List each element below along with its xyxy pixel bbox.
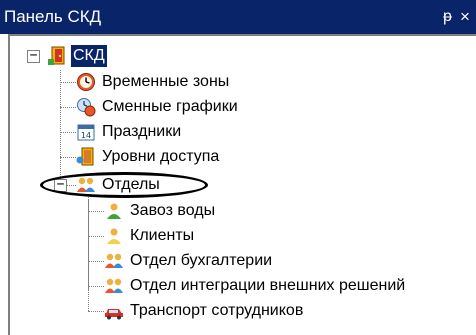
tree-line bbox=[88, 286, 104, 287]
tree-line bbox=[88, 236, 104, 237]
panel-titlebar: Панель СКД ᵽ × bbox=[0, 0, 476, 34]
pin-icon[interactable]: ᵽ bbox=[443, 0, 452, 34]
svg-text:14: 14 bbox=[81, 131, 91, 140]
clock-icon bbox=[77, 73, 95, 91]
people-group-icon bbox=[105, 278, 123, 293]
tree-line bbox=[60, 107, 76, 108]
tree-node-label: Праздники bbox=[102, 123, 182, 140]
tree-node-label: СКД bbox=[71, 45, 107, 67]
access-door-icon bbox=[76, 147, 94, 166]
tree-line bbox=[88, 200, 89, 311]
tree-line bbox=[60, 82, 76, 83]
tree-node-label: Временные зоны bbox=[102, 73, 230, 90]
panel-title: Панель СКД bbox=[4, 7, 102, 26]
tree-node-label: Отдел бухгалтерии bbox=[130, 252, 273, 269]
tree-line bbox=[88, 211, 104, 212]
skd-panel: Панель СКД ᵽ × − СКД Временные зоны Смен… bbox=[0, 0, 476, 335]
tree-node-label: Сменные графики bbox=[102, 98, 238, 115]
calendar-icon: 14 bbox=[77, 124, 95, 141]
tree-border-top bbox=[8, 34, 476, 36]
person-yellow-icon bbox=[107, 228, 121, 244]
root-expander[interactable]: − bbox=[27, 49, 40, 63]
tree-line bbox=[60, 132, 76, 133]
tree-node-label: Клиенты bbox=[130, 227, 195, 244]
people-group-icon bbox=[105, 253, 123, 268]
car-icon bbox=[105, 309, 123, 320]
tree-node-label: Транспорт сотрудников bbox=[130, 302, 304, 319]
tree-node-label: Отдел интеграции внешних решений bbox=[130, 277, 406, 294]
building-door-icon bbox=[48, 46, 65, 65]
tree-line bbox=[60, 157, 76, 158]
tree-border-left bbox=[8, 34, 10, 335]
tree-node-label: Завоз воды bbox=[130, 202, 216, 219]
tree-line bbox=[88, 311, 104, 312]
annotation-ellipse bbox=[40, 172, 208, 198]
close-icon[interactable]: × bbox=[460, 0, 470, 34]
person-green-icon bbox=[107, 203, 121, 219]
shift-schedule-icon bbox=[77, 98, 96, 117]
tree-line bbox=[60, 70, 61, 185]
tree-line bbox=[88, 261, 104, 262]
tree-node-label: Уровни доступа bbox=[102, 148, 220, 165]
